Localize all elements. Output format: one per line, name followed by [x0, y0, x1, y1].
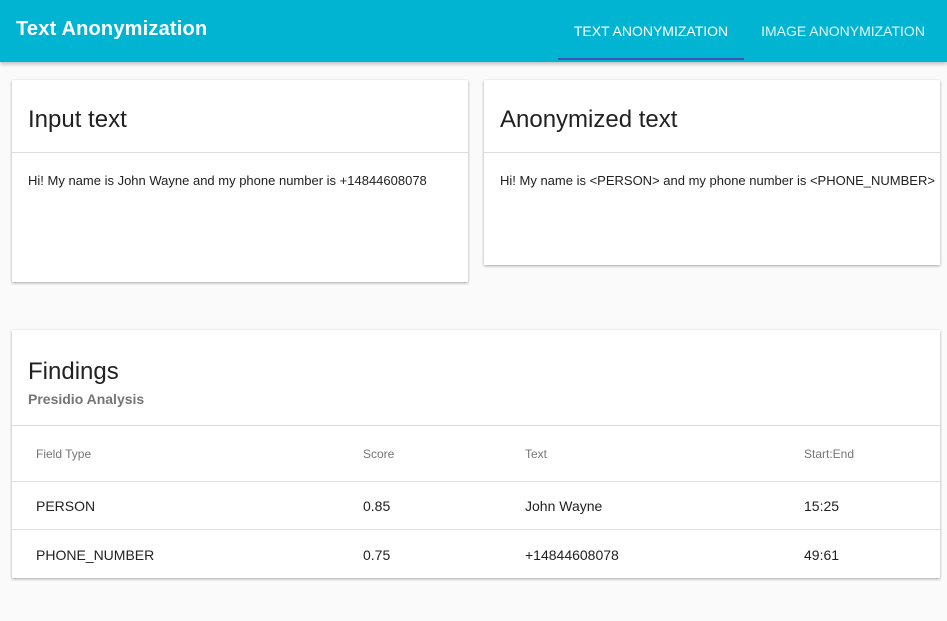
cell-score: 0.75	[363, 547, 391, 563]
cell-start-end: 49:61	[804, 547, 840, 563]
cell-text: +14844608078	[525, 547, 619, 563]
anonymized-text-output: Hi! My name is <PERSON> and my phone num…	[500, 173, 935, 188]
column-header-field-type[interactable]: Field Type	[36, 447, 91, 461]
column-header-text[interactable]: Text	[525, 447, 547, 461]
table-row-divider	[12, 481, 940, 482]
tab-image-anonymization[interactable]: IMAGE ANONYMIZATION	[754, 0, 932, 58]
app-title: Text Anonymization	[16, 18, 208, 40]
column-header-start-end[interactable]: Start:End	[804, 447, 854, 461]
anonymized-card-divider	[484, 152, 940, 153]
tab-text-anonymization[interactable]: TEXT ANONYMIZATION	[558, 0, 744, 60]
findings-title: Findings	[28, 358, 119, 385]
input-card-divider	[12, 152, 468, 153]
findings-card: Findings Presidio Analysis Field Type Sc…	[12, 330, 940, 578]
cell-start-end: 15:25	[804, 498, 840, 514]
input-card-title: Input text	[28, 106, 127, 133]
column-header-score[interactable]: Score	[363, 447, 394, 461]
cell-text: John Wayne	[525, 498, 603, 514]
app-bar: Text Anonymization TEXT ANONYMIZATION IM…	[0, 0, 947, 62]
findings-subtitle: Presidio Analysis	[28, 391, 145, 407]
cell-field-type: PHONE_NUMBER	[36, 547, 155, 563]
anonymized-text-card: Anonymized text Hi! My name is <PERSON> …	[484, 80, 940, 265]
cell-field-type: PERSON	[36, 498, 96, 514]
table-row-divider	[12, 529, 940, 530]
cell-score: 0.85	[363, 498, 391, 514]
input-text-area[interactable]: Hi! My name is John Wayne and my phone n…	[28, 173, 427, 188]
findings-divider	[12, 425, 940, 426]
anonymized-card-title: Anonymized text	[500, 106, 678, 133]
input-text-card: Input text Hi! My name is John Wayne and…	[12, 80, 468, 282]
